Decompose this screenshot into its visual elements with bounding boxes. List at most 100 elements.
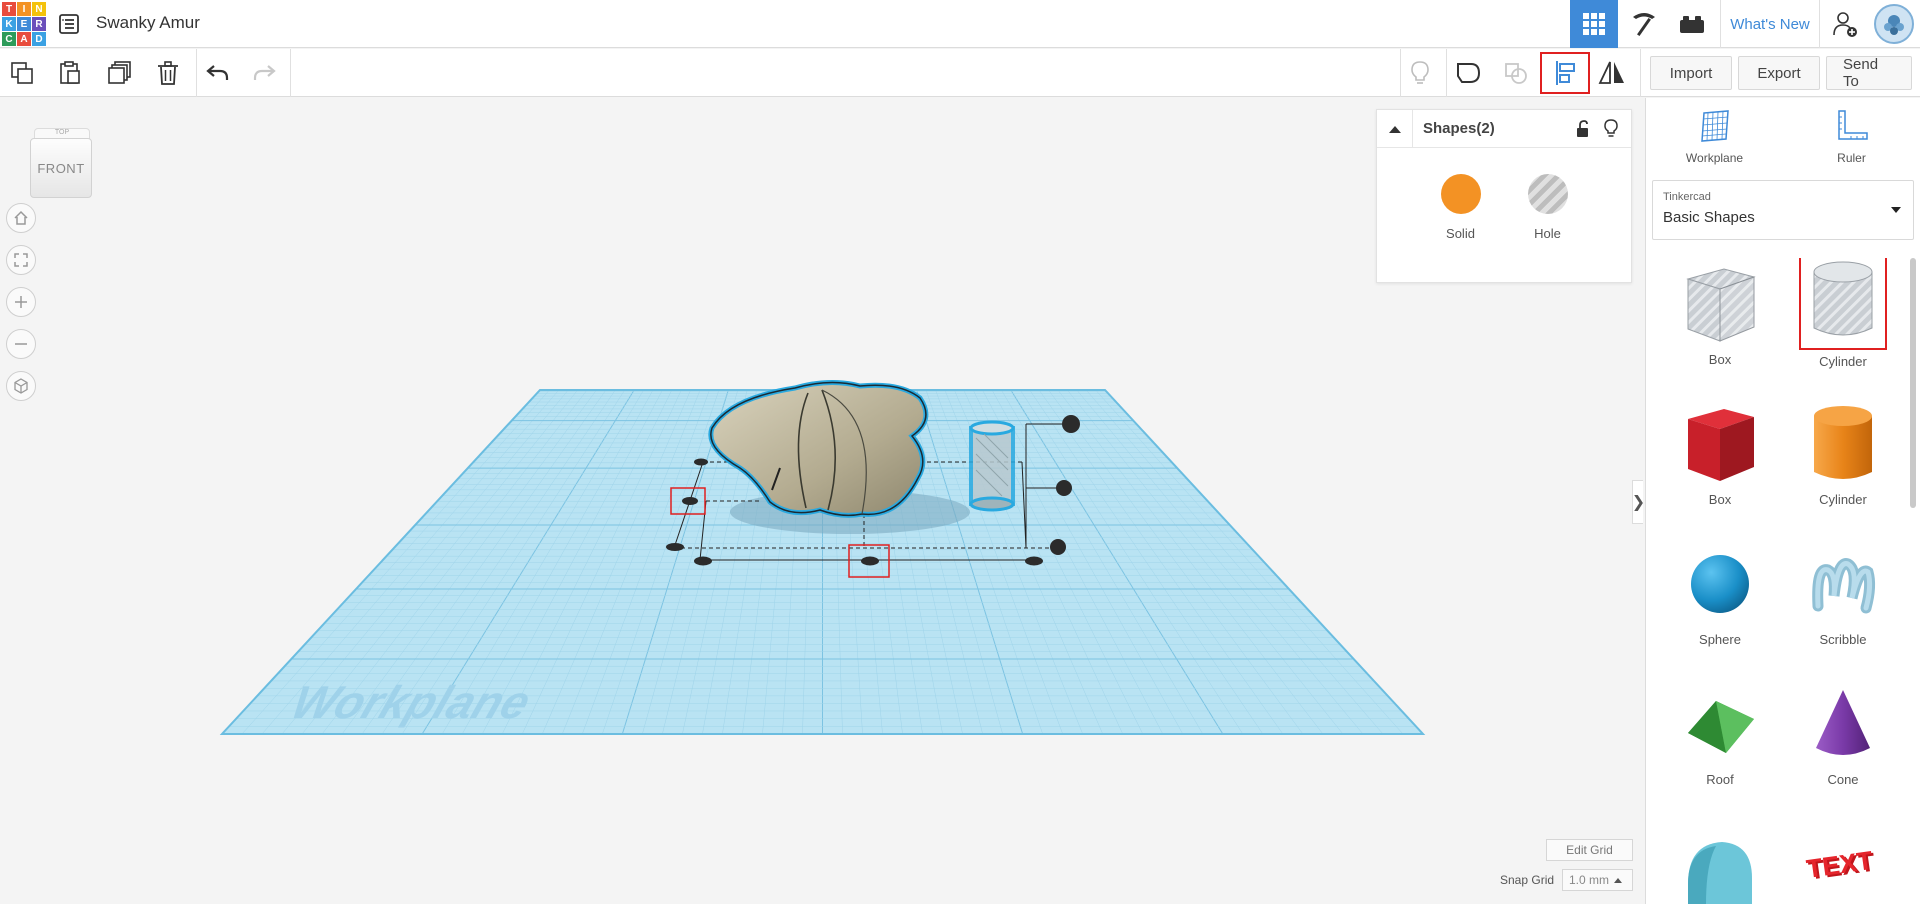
shape-box-hole[interactable]: Box xyxy=(1677,258,1763,376)
paste-button[interactable] xyxy=(52,55,88,91)
ungroup-icon xyxy=(1505,63,1527,84)
user-avatar[interactable] xyxy=(1870,0,1918,48)
pickaxe-blocks-button[interactable] xyxy=(1620,0,1668,48)
top-header: TIN KER CAD Swanky Amur What's New xyxy=(0,0,1920,48)
workplane-icon xyxy=(1700,110,1729,142)
shape-scribble[interactable]: Scribble xyxy=(1800,538,1886,656)
import-button[interactable]: Import xyxy=(1650,56,1732,90)
selected-cylinder-hole[interactable] xyxy=(969,420,1015,512)
handle-front-mid[interactable] xyxy=(861,556,879,566)
workplane-tool[interactable]: Workplane xyxy=(1646,98,1783,176)
shape-box[interactable]: Box xyxy=(1677,398,1763,516)
solid-option[interactable]: Solid xyxy=(1440,174,1481,241)
zoom-in-button[interactable] xyxy=(6,287,36,317)
bricks-button[interactable] xyxy=(1668,0,1716,48)
shape-label: Box xyxy=(1708,492,1732,507)
caret-up-icon xyxy=(1388,125,1401,133)
redo-button[interactable] xyxy=(246,55,282,91)
logo-letter: C xyxy=(2,32,16,46)
shape-text[interactable]: TEXT TEXT xyxy=(1800,818,1886,904)
caret-up-icon xyxy=(1614,878,1623,883)
zoom-out-button[interactable] xyxy=(6,329,36,359)
add-user-icon xyxy=(1833,12,1857,37)
logo-letter: N xyxy=(32,2,46,16)
align-button[interactable] xyxy=(1540,52,1590,94)
hole-swatch[interactable] xyxy=(1527,174,1568,214)
show-all-button[interactable] xyxy=(1402,55,1438,91)
shape-library-select[interactable]: Tinkercad Basic Shapes xyxy=(1652,180,1914,240)
shape-sphere[interactable]: Sphere xyxy=(1677,538,1763,656)
export-button[interactable]: Export xyxy=(1738,56,1820,90)
minus-icon xyxy=(15,343,27,345)
handle-front-right[interactable] xyxy=(1025,556,1043,566)
box-hole-icon xyxy=(1677,258,1763,350)
add-user-button[interactable] xyxy=(1822,0,1868,48)
mirror-button[interactable] xyxy=(1594,55,1630,91)
shape-label: Sphere xyxy=(1699,632,1741,647)
copy-icon xyxy=(11,62,33,84)
shape-library-grid: Box Cylinder Box Cylinder Sphere Scribbl… xyxy=(1646,258,1906,904)
paste-icon xyxy=(60,61,80,84)
shape-round-roof[interactable] xyxy=(1677,818,1763,904)
project-menu-icon[interactable] xyxy=(56,11,82,37)
edit-toolbar: Import Export Send To xyxy=(0,49,1920,97)
cube-icon xyxy=(14,378,28,394)
hole-option[interactable]: Hole xyxy=(1527,174,1568,241)
shape-label: Cylinder xyxy=(1819,492,1867,507)
snap-grid-value: 1.0 mm xyxy=(1569,873,1610,887)
shape-inspector: Shapes(2) Solid Hole xyxy=(1376,109,1632,283)
lock-button[interactable] xyxy=(1569,115,1597,143)
handle-top-left[interactable] xyxy=(694,458,708,466)
view-cube-front[interactable]: FRONT xyxy=(30,138,92,198)
logo-letter: E xyxy=(17,17,31,31)
pickaxe-icon xyxy=(1633,13,1655,37)
tinkercad-logo[interactable]: TIN KER CAD xyxy=(2,2,46,46)
perspective-button[interactable] xyxy=(6,371,36,401)
mirror-icon xyxy=(1598,61,1624,84)
cylinder-orange-icon xyxy=(1800,398,1886,490)
workplane-watermark: Workplane xyxy=(284,677,537,728)
send-to-button[interactable]: Send To xyxy=(1826,56,1912,90)
handle-left-mid[interactable] xyxy=(682,497,698,505)
shapes-panel: Workplane Ruler Tinkercad Basic Shapes B… xyxy=(1645,98,1920,904)
shape-cone[interactable]: Cone xyxy=(1800,678,1886,796)
solid-color-swatch[interactable] xyxy=(1440,174,1481,214)
logo-letter: R xyxy=(32,17,46,31)
ruler-tool[interactable]: Ruler xyxy=(1783,98,1920,176)
project-title[interactable]: Swanky Amur xyxy=(96,13,200,33)
shape-cylinder-hole[interactable] xyxy=(1799,258,1887,350)
duplicate-button[interactable] xyxy=(102,55,138,91)
handle-right-mid[interactable] xyxy=(1056,480,1072,496)
home-view-button[interactable] xyxy=(6,203,36,233)
3d-viewport[interactable]: Workplane TOP FRONT Shapes(2) Solid Hole… xyxy=(0,98,1643,904)
delete-button[interactable] xyxy=(150,55,186,91)
snap-grid-select[interactable]: 1.0 mm xyxy=(1562,869,1633,891)
grid-icon xyxy=(1583,13,1605,35)
unlock-icon xyxy=(1577,119,1588,137)
3d-view-grid-button[interactable] xyxy=(1570,0,1618,48)
shape-label: Scribble xyxy=(1819,632,1867,647)
fit-icon xyxy=(14,253,28,267)
hole-label: Hole xyxy=(1534,226,1561,241)
copy-button[interactable] xyxy=(4,55,40,91)
cone-icon xyxy=(1800,678,1886,770)
ungroup-button[interactable] xyxy=(1498,55,1534,91)
group-button[interactable] xyxy=(1450,55,1486,91)
shape-cylinder[interactable]: Cylinder xyxy=(1800,398,1886,516)
panel-collapse-handle[interactable]: ❯ xyxy=(1632,480,1643,524)
logo-letter: I xyxy=(17,2,31,16)
inspector-collapse-button[interactable] xyxy=(1377,109,1413,148)
shape-roof[interactable]: Roof xyxy=(1677,678,1763,796)
view-cube[interactable]: TOP FRONT xyxy=(30,128,94,198)
edit-grid-button[interactable]: Edit Grid xyxy=(1546,839,1633,861)
whats-new-link[interactable]: What's New xyxy=(1720,0,1820,48)
shapes-scrollbar[interactable] xyxy=(1910,258,1916,508)
handle-right-bottom[interactable] xyxy=(1050,539,1066,555)
brick-icon xyxy=(1680,16,1704,33)
undo-button[interactable] xyxy=(200,55,236,91)
handle-left-bottom[interactable] xyxy=(666,543,684,551)
light-bulb-button[interactable] xyxy=(1597,115,1625,143)
fit-view-button[interactable] xyxy=(6,245,36,275)
handle-height[interactable] xyxy=(1062,415,1080,433)
handle-front-left[interactable] xyxy=(694,556,712,566)
